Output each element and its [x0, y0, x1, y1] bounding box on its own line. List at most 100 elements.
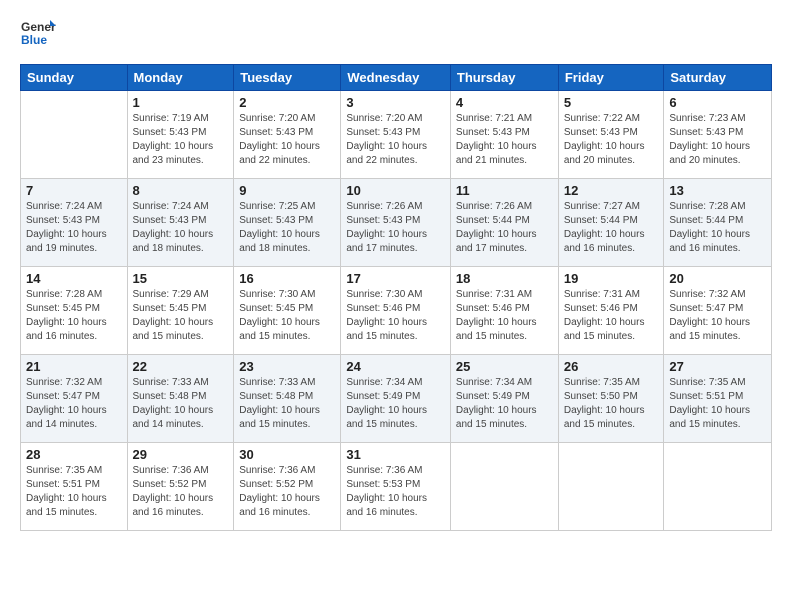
logo-svg: General Blue	[20, 16, 56, 52]
calendar-cell: 7 Sunrise: 7:24 AM Sunset: 5:43 PM Daylig…	[21, 179, 128, 267]
day-number: 23	[239, 359, 335, 374]
day-number: 9	[239, 183, 335, 198]
calendar-cell: 19 Sunrise: 7:31 AM Sunset: 5:46 PM Dayli…	[558, 267, 664, 355]
day-number: 20	[669, 271, 766, 286]
calendar-cell: 9 Sunrise: 7:25 AM Sunset: 5:43 PM Daylig…	[234, 179, 341, 267]
calendar-cell: 3Sunrise: 7:20 AM Sunset: 5:43 PM Daylig…	[341, 91, 451, 179]
day-info: Sunrise: 7:26 AM Sunset: 5:44 PM Dayligh…	[456, 200, 553, 256]
week-row-1: 7 Sunrise: 7:24 AM Sunset: 5:43 PM Daylig…	[21, 179, 772, 267]
day-number: 2	[239, 95, 335, 110]
day-info: Sunrise: 7:20 AM Sunset: 5:43 PM Dayligh…	[346, 112, 445, 168]
week-row-4: 28 Sunrise: 7:35 AM Sunset: 5:51 PM Dayli…	[21, 443, 772, 531]
day-info: Sunrise: 7:24 AM Sunset: 5:43 PM Dayligh…	[26, 200, 122, 256]
weekday-header-tuesday: Tuesday	[234, 65, 341, 91]
day-number: 22	[133, 359, 229, 374]
calendar-cell: 6 Sunrise: 7:23 AM Sunset: 5:43 PM Daylig…	[664, 91, 772, 179]
day-info: Sunrise: 7:28 AM Sunset: 5:44 PM Dayligh…	[669, 200, 766, 256]
day-number: 16	[239, 271, 335, 286]
calendar-cell: 18 Sunrise: 7:31 AM Sunset: 5:46 PM Dayli…	[450, 267, 558, 355]
day-number: 4	[456, 95, 553, 110]
day-number: 8	[133, 183, 229, 198]
calendar-cell	[558, 443, 664, 531]
day-number: 11	[456, 183, 553, 198]
calendar-cell: 22 Sunrise: 7:33 AM Sunset: 5:48 PM Dayli…	[127, 355, 234, 443]
day-info: Sunrise: 7:31 AM Sunset: 5:46 PM Dayligh…	[564, 288, 659, 344]
day-number: 27	[669, 359, 766, 374]
day-info: Sunrise: 7:35 AM Sunset: 5:50 PM Dayligh…	[564, 376, 659, 432]
logo: General Blue	[20, 16, 60, 52]
day-info: Sunrise: 7:20 AM Sunset: 5:43 PM Dayligh…	[239, 112, 335, 168]
day-number: 24	[346, 359, 445, 374]
calendar-cell: 23 Sunrise: 7:33 AM Sunset: 5:48 PM Dayli…	[234, 355, 341, 443]
day-number: 31	[346, 447, 445, 462]
day-info: Sunrise: 7:36 AM Sunset: 5:52 PM Dayligh…	[133, 464, 229, 520]
calendar-cell: 11 Sunrise: 7:26 AM Sunset: 5:44 PM Dayli…	[450, 179, 558, 267]
day-number: 30	[239, 447, 335, 462]
week-row-2: 14 Sunrise: 7:28 AM Sunset: 5:45 PM Dayli…	[21, 267, 772, 355]
calendar-cell: 20 Sunrise: 7:32 AM Sunset: 5:47 PM Dayli…	[664, 267, 772, 355]
calendar-cell: 25 Sunrise: 7:34 AM Sunset: 5:49 PM Dayli…	[450, 355, 558, 443]
day-info: Sunrise: 7:31 AM Sunset: 5:46 PM Dayligh…	[456, 288, 553, 344]
day-number: 1	[133, 95, 229, 110]
calendar-cell: 10 Sunrise: 7:26 AM Sunset: 5:43 PM Dayli…	[341, 179, 451, 267]
calendar: SundayMondayTuesdayWednesdayThursdayFrid…	[20, 64, 772, 531]
calendar-cell: 15Sunrise: 7:29 AM Sunset: 5:45 PM Dayli…	[127, 267, 234, 355]
calendar-cell: 1 Sunrise: 7:19 AM Sunset: 5:43 PM Daylig…	[127, 91, 234, 179]
day-info: Sunrise: 7:36 AM Sunset: 5:52 PM Dayligh…	[239, 464, 335, 520]
weekday-header-sunday: Sunday	[21, 65, 128, 91]
day-info: Sunrise: 7:35 AM Sunset: 5:51 PM Dayligh…	[26, 464, 122, 520]
calendar-cell: 26 Sunrise: 7:35 AM Sunset: 5:50 PM Dayli…	[558, 355, 664, 443]
day-info: Sunrise: 7:32 AM Sunset: 5:47 PM Dayligh…	[26, 376, 122, 432]
day-number: 21	[26, 359, 122, 374]
day-info: Sunrise: 7:33 AM Sunset: 5:48 PM Dayligh…	[133, 376, 229, 432]
day-info: Sunrise: 7:35 AM Sunset: 5:51 PM Dayligh…	[669, 376, 766, 432]
day-number: 19	[564, 271, 659, 286]
day-number: 26	[564, 359, 659, 374]
day-info: Sunrise: 7:30 AM Sunset: 5:45 PM Dayligh…	[239, 288, 335, 344]
calendar-cell: 31Sunrise: 7:36 AM Sunset: 5:53 PM Dayli…	[341, 443, 451, 531]
calendar-cell: 21 Sunrise: 7:32 AM Sunset: 5:47 PM Dayli…	[21, 355, 128, 443]
day-number: 10	[346, 183, 445, 198]
day-info: Sunrise: 7:26 AM Sunset: 5:43 PM Dayligh…	[346, 200, 445, 256]
calendar-cell: 13Sunrise: 7:28 AM Sunset: 5:44 PM Dayli…	[664, 179, 772, 267]
day-number: 6	[669, 95, 766, 110]
calendar-cell: 2 Sunrise: 7:20 AM Sunset: 5:43 PM Daylig…	[234, 91, 341, 179]
day-info: Sunrise: 7:33 AM Sunset: 5:48 PM Dayligh…	[239, 376, 335, 432]
calendar-cell: 8Sunrise: 7:24 AM Sunset: 5:43 PM Daylig…	[127, 179, 234, 267]
weekday-header-friday: Friday	[558, 65, 664, 91]
day-info: Sunrise: 7:28 AM Sunset: 5:45 PM Dayligh…	[26, 288, 122, 344]
day-number: 17	[346, 271, 445, 286]
day-number: 5	[564, 95, 659, 110]
calendar-cell: 12 Sunrise: 7:27 AM Sunset: 5:44 PM Dayli…	[558, 179, 664, 267]
day-info: Sunrise: 7:19 AM Sunset: 5:43 PM Dayligh…	[133, 112, 229, 168]
day-number: 12	[564, 183, 659, 198]
weekday-header-row: SundayMondayTuesdayWednesdayThursdayFrid…	[21, 65, 772, 91]
day-number: 29	[133, 447, 229, 462]
day-info: Sunrise: 7:21 AM Sunset: 5:43 PM Dayligh…	[456, 112, 553, 168]
day-info: Sunrise: 7:23 AM Sunset: 5:43 PM Dayligh…	[669, 112, 766, 168]
calendar-cell: 24Sunrise: 7:34 AM Sunset: 5:49 PM Dayli…	[341, 355, 451, 443]
day-number: 18	[456, 271, 553, 286]
calendar-cell	[664, 443, 772, 531]
calendar-cell	[450, 443, 558, 531]
calendar-cell: 4 Sunrise: 7:21 AM Sunset: 5:43 PM Daylig…	[450, 91, 558, 179]
calendar-cell: 29 Sunrise: 7:36 AM Sunset: 5:52 PM Dayli…	[127, 443, 234, 531]
day-info: Sunrise: 7:34 AM Sunset: 5:49 PM Dayligh…	[456, 376, 553, 432]
day-info: Sunrise: 7:27 AM Sunset: 5:44 PM Dayligh…	[564, 200, 659, 256]
day-info: Sunrise: 7:32 AM Sunset: 5:47 PM Dayligh…	[669, 288, 766, 344]
page: General Blue SundayMondayTuesdayWednesda…	[0, 0, 792, 612]
svg-text:Blue: Blue	[21, 33, 47, 47]
calendar-cell: 28 Sunrise: 7:35 AM Sunset: 5:51 PM Dayli…	[21, 443, 128, 531]
calendar-cell: 30 Sunrise: 7:36 AM Sunset: 5:52 PM Dayli…	[234, 443, 341, 531]
day-info: Sunrise: 7:30 AM Sunset: 5:46 PM Dayligh…	[346, 288, 445, 344]
day-number: 7	[26, 183, 122, 198]
calendar-cell: 14 Sunrise: 7:28 AM Sunset: 5:45 PM Dayli…	[21, 267, 128, 355]
day-number: 25	[456, 359, 553, 374]
weekday-header-monday: Monday	[127, 65, 234, 91]
day-number: 14	[26, 271, 122, 286]
day-number: 15	[133, 271, 229, 286]
day-number: 28	[26, 447, 122, 462]
weekday-header-thursday: Thursday	[450, 65, 558, 91]
day-info: Sunrise: 7:25 AM Sunset: 5:43 PM Dayligh…	[239, 200, 335, 256]
calendar-cell: 16 Sunrise: 7:30 AM Sunset: 5:45 PM Dayli…	[234, 267, 341, 355]
